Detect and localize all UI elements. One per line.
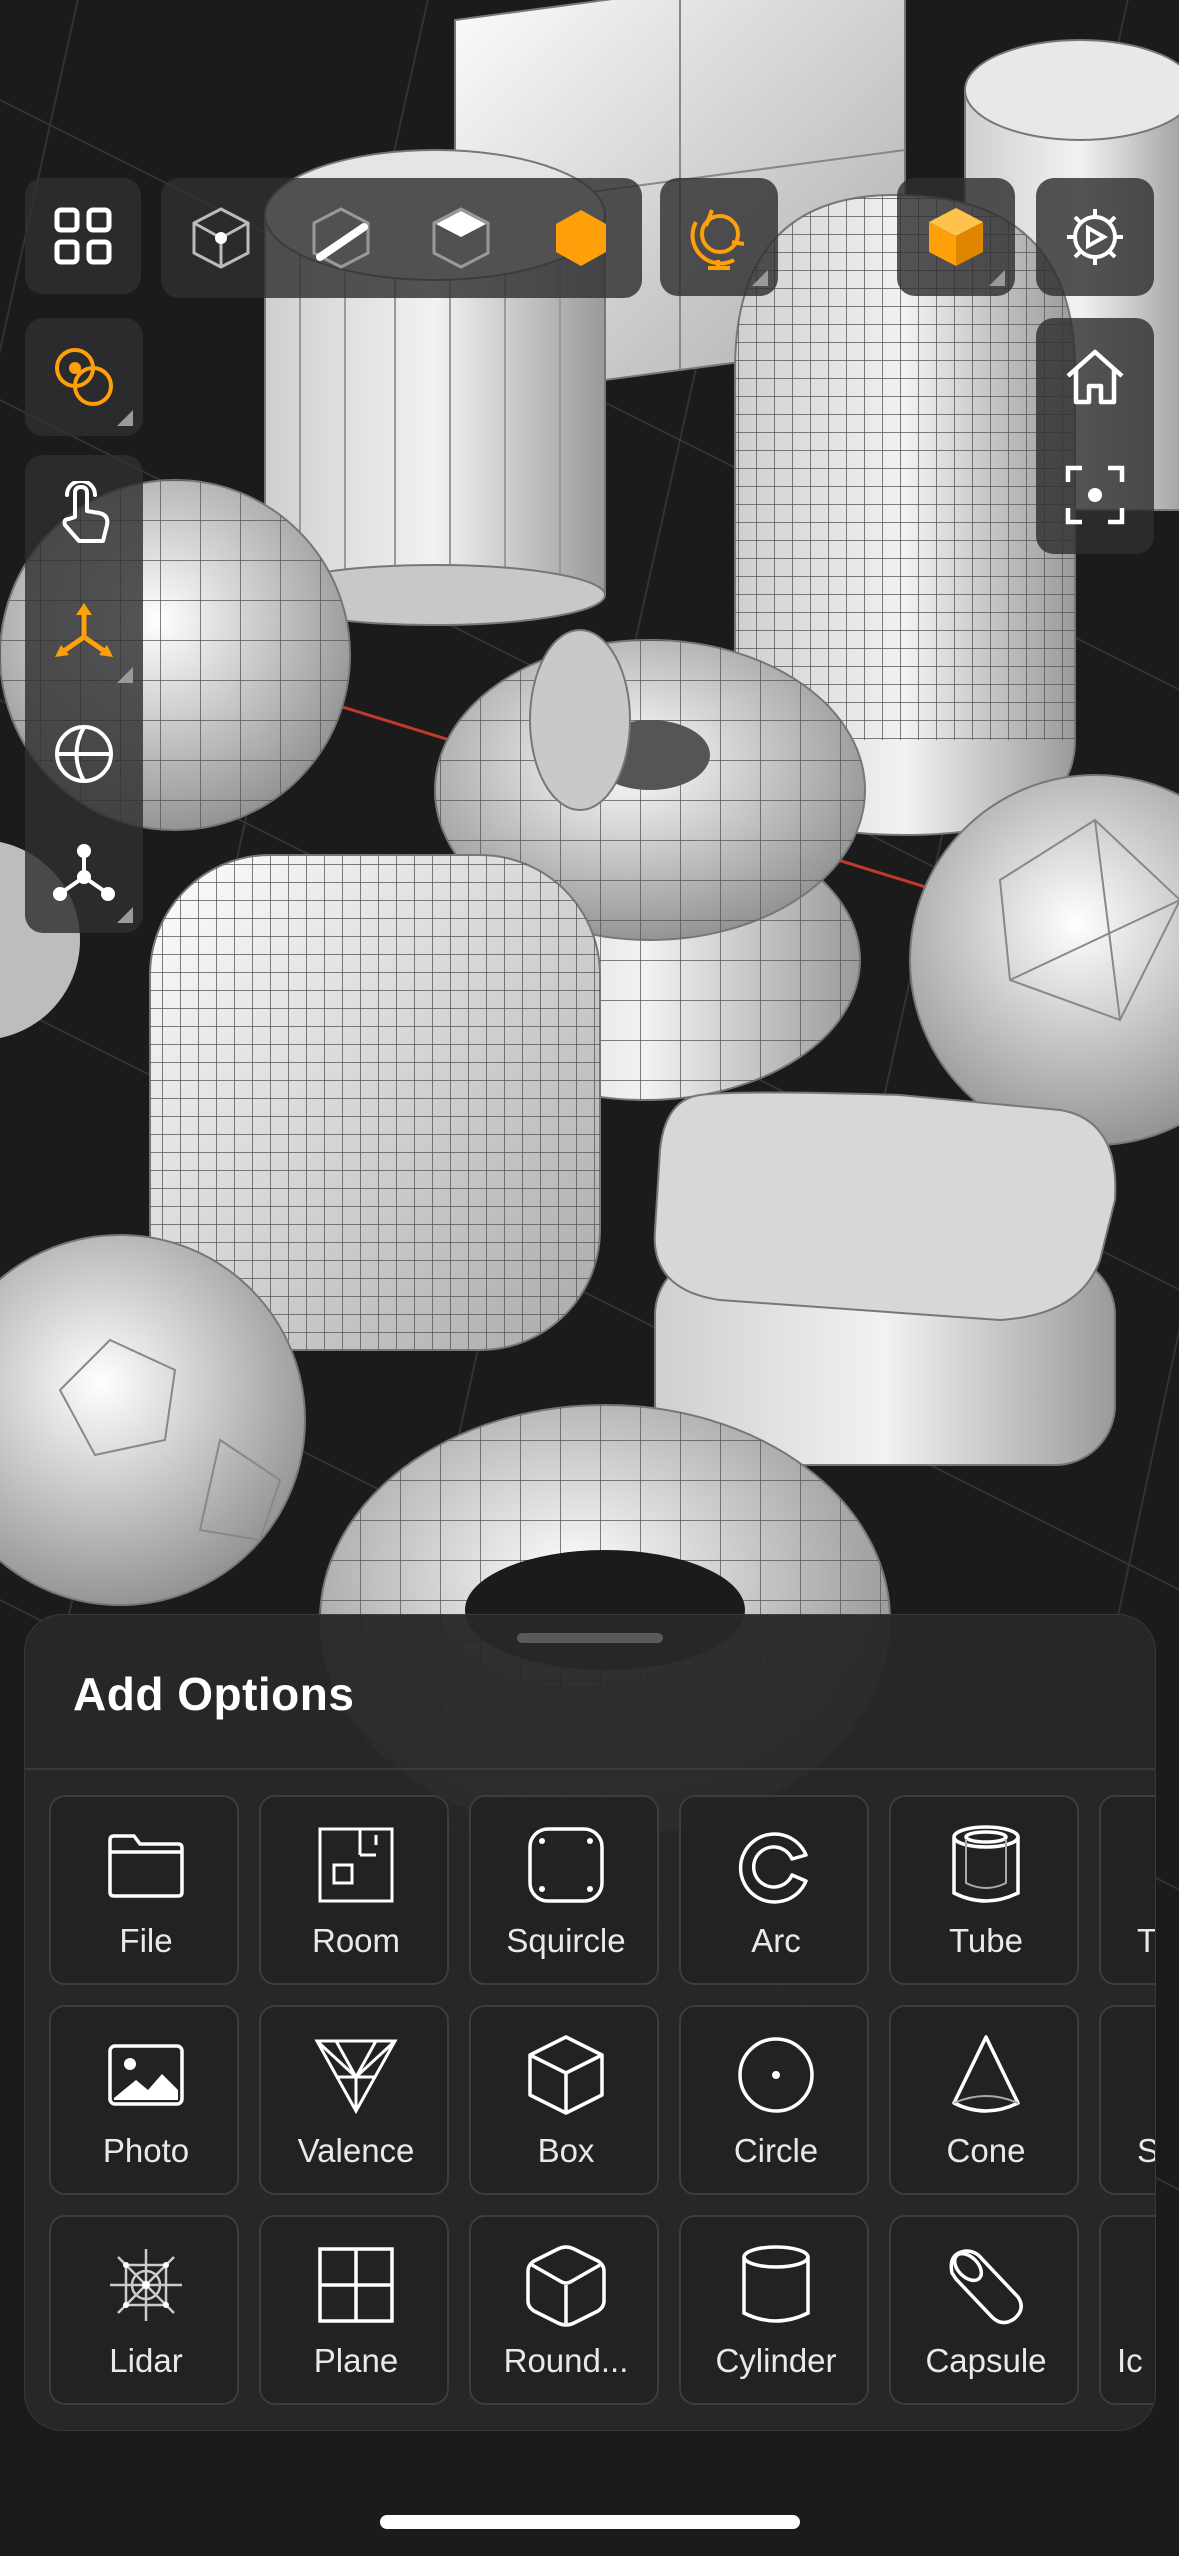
hierarchy-button[interactable] [25,815,143,933]
cone-icon [952,2035,1020,2113]
tile-label: S [1137,2132,1155,2170]
tile-label: Tube [949,1922,1023,1959]
lidar-icon [110,2249,182,2321]
box-icon [528,2035,604,2115]
add-options-sheet: Add Options File Room Squircle Arc Tube … [24,1614,1156,2431]
corner-indicator [117,667,133,683]
photo-icon [108,2044,184,2106]
object-mode-icon [556,210,606,266]
tile-label: Photo [102,2132,190,2169]
face-mode-button[interactable] [401,178,521,298]
add-cone-tile[interactable]: Cone [889,2005,1079,2195]
folder-icon [108,1834,184,1898]
settings-gear-icon [1067,209,1123,265]
focus-button[interactable] [1036,436,1154,554]
add-circle-tile[interactable]: Circle [679,2005,869,2195]
sphere-button[interactable] [25,695,143,813]
sphere-wireframe-icon [55,725,113,783]
corner-indicator [752,270,768,286]
tile-label: Plane [313,2342,399,2379]
add-box-tile[interactable]: Box [469,2005,659,2195]
grid-menu-button[interactable] [25,178,141,294]
tile-label: File [119,1922,173,1959]
grid-icon [54,207,112,265]
squircle-icon [528,1827,604,1903]
tile-label: Lidar [109,2342,183,2379]
add-tube-tile[interactable]: Tube [889,1795,1079,1985]
vertex-mode-button[interactable] [161,178,281,298]
add-photo-tile[interactable]: Photo [49,2005,239,2195]
room-icon [318,1827,394,1903]
view-cube-icon [929,208,983,266]
home-indicator[interactable] [380,2515,800,2529]
orbit-globe-icon [690,209,745,270]
add-cylinder-tile[interactable]: Cylinder [679,2215,869,2405]
corner-indicator [117,907,133,923]
add-rounded-box-tile[interactable]: Round... [469,2215,659,2405]
tile-label: Cone [946,2132,1026,2169]
circle-icon [738,2037,814,2113]
view-cube-button[interactable] [897,178,1015,296]
add-partial-tile[interactable]: T [1099,1795,1156,1985]
tile-label: Room [311,1922,401,1959]
tile-label: Box [537,2132,595,2169]
plane-icon [318,2247,394,2323]
tube-icon [952,1825,1020,1903]
orbit-button[interactable] [660,178,778,296]
settings-button[interactable] [1036,178,1154,296]
cylinder-icon [742,2245,810,2323]
pivot-button[interactable] [25,318,143,436]
edge-mode-icon [312,207,370,269]
capsule-icon [949,2249,1023,2325]
divider [25,1768,1155,1770]
corner-indicator [989,270,1005,286]
add-arc-tile[interactable]: Arc [679,1795,869,1985]
transform-gizmo-icon [55,603,113,657]
squircle-slab-mesh [653,1091,1117,1466]
touch-hand-icon [62,481,110,543]
pivot-icon [55,348,113,406]
edge-mode-button[interactable] [281,178,401,298]
left-tool-panel [25,455,143,933]
add-valence-tile[interactable]: Valence [259,2005,449,2195]
tile-label: Squircle [506,1922,626,1959]
selection-mode-toolbar [161,178,642,298]
valence-icon [314,2039,398,2115]
tile-label: Circle [733,2132,819,2169]
arc-icon [738,1832,808,1904]
home-button[interactable] [1036,318,1154,436]
object-mode-button[interactable] [521,178,641,298]
tile-label: Ic [1117,2342,1143,2379]
hierarchy-nodes-icon [53,844,115,901]
sheet-grabber[interactable] [517,1633,663,1643]
touch-button[interactable] [25,455,143,573]
tile-label: Capsule [925,2342,1047,2379]
vertex-mode-icon [192,207,250,269]
transform-button[interactable] [25,575,143,693]
sheet-title: Add Options [73,1668,355,1720]
add-plane-tile[interactable]: Plane [259,2215,449,2405]
camera-panel [1036,318,1154,554]
rounded-box-icon [526,2245,606,2327]
tile-label: Cylinder [715,2342,837,2379]
add-file-tile[interactable]: File [49,1795,239,1985]
tile-label: T [1137,1922,1156,1959]
add-squircle-tile[interactable]: Squircle [469,1795,659,1985]
add-lidar-tile[interactable]: Lidar [49,2215,239,2405]
home-icon [1066,349,1124,405]
add-room-tile[interactable]: Room [259,1795,449,1985]
tile-label: Round... [503,2342,629,2379]
tile-label: Valence [297,2132,415,2169]
focus-frame-icon [1065,465,1125,525]
face-mode-icon [432,207,490,269]
add-partial-tile[interactable]: Ic [1099,2215,1155,2405]
corner-indicator [117,410,133,426]
add-partial-tile[interactable]: S [1099,2005,1155,2195]
add-capsule-tile[interactable]: Capsule [889,2215,1079,2405]
tile-label: Arc [751,1922,801,1959]
